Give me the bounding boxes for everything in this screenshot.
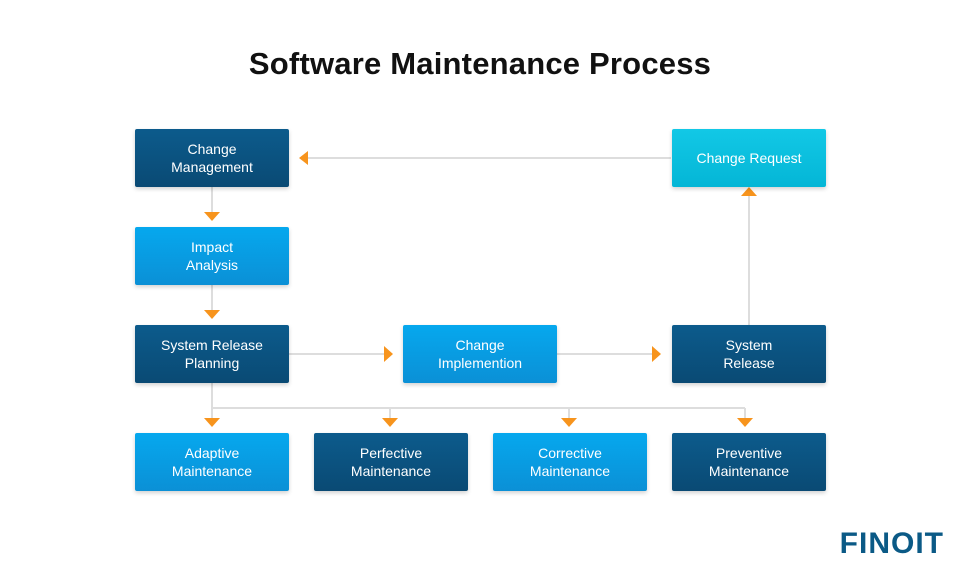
node-preventive-maintenance: Preventive Maintenance [672, 433, 826, 491]
node-label: Impact Analysis [185, 239, 239, 273]
node-label: Change Request [696, 150, 802, 166]
node-label: Adaptive Maintenance [171, 445, 253, 479]
finoit-logo: FINOIT [839, 527, 944, 560]
arrow-down-icon [737, 418, 753, 427]
node-change-management: Change Management [135, 129, 289, 187]
node-change-request: Change Request [672, 129, 826, 187]
node-label: System Release [723, 337, 775, 371]
node-corrective-maintenance: Corrective Maintenance [493, 433, 647, 491]
arrow-right-icon [652, 346, 661, 362]
arrow-right-icon [384, 346, 393, 362]
node-change-implementation: Change Implemention [403, 325, 557, 383]
node-label: Corrective Maintenance [529, 445, 611, 479]
arrow-down-icon [204, 212, 220, 221]
node-label: Preventive Maintenance [708, 445, 790, 479]
arrow-down-icon [382, 418, 398, 427]
node-perfective-maintenance: Perfective Maintenance [314, 433, 468, 491]
node-label: Change Management [171, 141, 253, 175]
arrow-down-icon [204, 418, 220, 427]
node-system-release-planning: System Release Planning [135, 325, 289, 383]
node-label: Perfective Maintenance [350, 445, 432, 479]
arrow-left-icon [299, 151, 308, 165]
node-label: Change Implemention [437, 337, 523, 371]
arrow-up-icon [741, 187, 757, 196]
node-label: System Release Planning [161, 337, 263, 371]
node-system-release: System Release [672, 325, 826, 383]
node-impact-analysis: Impact Analysis [135, 227, 289, 285]
node-adaptive-maintenance: Adaptive Maintenance [135, 433, 289, 491]
arrow-down-icon [561, 418, 577, 427]
arrow-down-icon [204, 310, 220, 319]
